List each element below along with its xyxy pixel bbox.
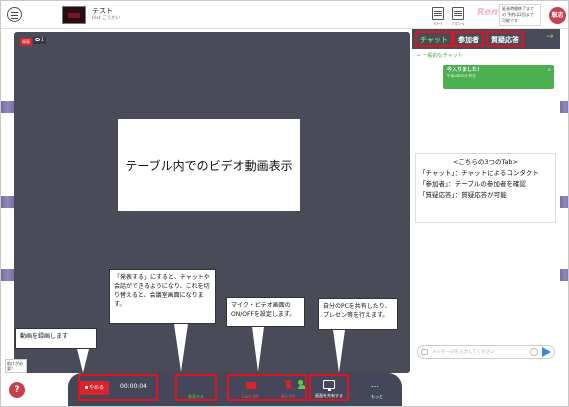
- general-chat-link[interactable]: ← 一般的なチャット: [417, 52, 463, 59]
- survey-label: ｱﾝｹｰﾄ: [433, 22, 443, 26]
- time-notice: 延長時間終了まで の 予約は2回まで 可能です: [499, 4, 541, 26]
- eye-icon: [35, 38, 40, 41]
- chat-panel: ← 一般的なチャット 今入りました！ 午後2時00分 昨日 × <こちらの3つの…: [412, 49, 560, 373]
- bg-stripe: [1, 269, 14, 281]
- chat-message: 今入りました！ 午後2時00分 昨日 ×: [443, 65, 554, 89]
- help-label: 助けが必要？: [5, 359, 27, 373]
- cam-mic-highlight: [227, 374, 307, 401]
- tabs-callout: <こちらの3つのTab> 「チャット」：チャットによるコンタクト 「参加者」：テ…: [415, 153, 556, 223]
- bg-stripe: [560, 196, 568, 208]
- profile-label: ﾌﾟﾛﾌｨｰﾙ: [451, 22, 465, 26]
- present-callout-arrow: [174, 324, 188, 372]
- video-display-text: テーブル内でのビデオ動画表示: [125, 158, 293, 173]
- present-highlight: [175, 374, 217, 401]
- record-highlight: [78, 374, 158, 401]
- menu-icon[interactable]: [7, 7, 22, 22]
- chat-message-time: 午後2時00分 昨日: [447, 74, 476, 78]
- tabs-callout-title: <こちらの3つのTab>: [452, 158, 519, 166]
- more-label: もっと: [371, 394, 383, 399]
- chat-input-placeholder: メッセージを入力してください: [432, 350, 495, 355]
- chat-message-text: 今入りました！: [447, 67, 483, 73]
- more-button[interactable]: … もっと: [362, 373, 392, 406]
- tabs-callout-line: 「参加者」：テーブルの参加者を確認: [419, 180, 526, 188]
- viewer-count: 1: [33, 37, 46, 44]
- bg-stripe: [560, 101, 568, 113]
- help-icon[interactable]: ?: [9, 382, 25, 398]
- bg-stripe: [1, 101, 14, 113]
- video-display: テーブル内でのビデオ動画表示: [118, 119, 300, 211]
- more-icon: …: [371, 380, 380, 389]
- avatar[interactable]: 聡志: [549, 7, 566, 24]
- table-subtitle: test ごうかい: [92, 16, 121, 21]
- survey-icon[interactable]: [432, 7, 444, 20]
- bg-stripe: [560, 269, 568, 281]
- cam-mic-callout: マイク・ビデオ画面のON/OFFを設定します。: [226, 297, 305, 327]
- emoji-icon[interactable]: [530, 348, 538, 356]
- profile-icon[interactable]: [452, 7, 464, 20]
- record-callout-arrow: [77, 349, 89, 373]
- image-icon[interactable]: [421, 349, 428, 355]
- tabs-callout-line: 「チャット」：チャットによるコンタクト: [419, 169, 539, 177]
- close-icon[interactable]: ×: [548, 67, 551, 72]
- share-highlight: [309, 374, 349, 401]
- cam-mic-callout-arrow: [252, 327, 264, 372]
- tabs-callout-line: 「質疑応答」：質疑応答が可能: [419, 191, 507, 199]
- recording-badge: 録画: [20, 38, 32, 46]
- chat-input[interactable]: メッセージを入力してください: [417, 345, 555, 359]
- send-icon[interactable]: [542, 347, 551, 357]
- bg-stripe: [1, 196, 14, 208]
- present-callout: 「発表する」にすると、チャットや会話ができるようになり、これを切り替えると、会議…: [109, 269, 216, 324]
- table-thumbnail: [62, 6, 86, 24]
- table-name: テスト: [92, 7, 113, 15]
- top-bar: テスト test ごうかい ｱﾝｹｰﾄ ﾌﾟﾛﾌｨｰﾙ Remo 延長時間終了ま…: [1, 1, 568, 29]
- app-window: { "header": { "table_name": "テスト", "tabl…: [0, 0, 569, 407]
- side-panel: チャット 参加者 質疑応答 → ← 一般的なチャット 今入りました！ 午後2時0…: [412, 29, 560, 373]
- tabs-highlight: [412, 29, 560, 48]
- share-callout: 自分のPCを共有したり、プレゼン等を行えます。: [318, 298, 398, 330]
- share-callout-arrow: [333, 330, 345, 373]
- record-callout: 動画を録画します: [15, 328, 97, 349]
